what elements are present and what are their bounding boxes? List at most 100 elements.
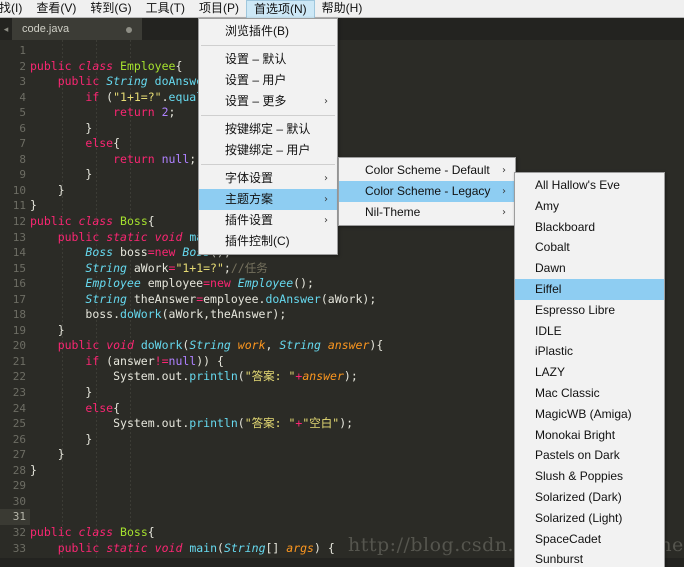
preferences-menu-item[interactable]: 按键绑定 – 用户 [199,140,337,161]
menubar-item-view-label: 查看(V) [36,1,77,15]
line-number: 28 [12,463,26,477]
legacy-theme-menu-item[interactable]: Sunburst [515,549,664,567]
code-line: public class Employee{ [30,58,183,73]
legacy-theme-menu-item[interactable]: Mac Classic [515,383,664,404]
preferences-menu-separator [201,45,335,46]
menubar-item-tools-label: 工具(T) [145,1,185,15]
legacy-theme-menu-item[interactable]: Espresso Libre [515,300,664,321]
legacy-theme-menu-item[interactable]: Monokai Bright [515,425,664,446]
preferences-menu-item[interactable]: 插件设置 › [199,210,337,231]
legacy-theme-menu-item-label: SpaceCadet [535,531,602,546]
chevron-right-icon: › [324,96,328,107]
line-number: 10 [12,183,26,197]
line-number: 4 [19,90,26,104]
preferences-menu-item-label: 插件设置 [225,213,274,227]
menubar-item-goto-label: 转到(G) [90,1,132,15]
line-number: 14 [12,246,26,260]
legacy-theme-menu-item[interactable]: Pastels on Dark [515,445,664,466]
menubar-item-help[interactable]: 帮助(H) [315,0,370,18]
legacy-theme-menu-item[interactable]: Amy [515,196,664,217]
legacy-theme-menu-item[interactable]: Blackboard [515,217,664,238]
preferences-menu-item[interactable]: 按键绑定 – 默认 [199,119,337,140]
line-number: 20 [12,339,26,353]
preferences-menu-item-label: 按键绑定 – 用户 [225,143,311,157]
line-number: 27 [12,448,26,462]
legacy-theme-menu-item[interactable]: MagicWB (Amiga) [515,404,664,425]
unsaved-changes-dot-icon [126,27,132,33]
line-number: 7 [19,137,26,151]
legacy-theme-menu-item-label: Espresso Libre [535,302,616,317]
line-number: 29 [12,479,26,493]
legacy-theme-menu-item[interactable]: IDLE [515,321,664,342]
chevron-right-icon: › [324,215,328,226]
chevron-right-icon: › [324,173,328,184]
line-number: 32 [12,525,26,539]
menubar-item-project[interactable]: 项目(P) [192,0,246,18]
line-number: 12 [12,215,26,229]
legacy-theme-menu-item[interactable]: SpaceCadet [515,529,664,550]
line-number: 17 [12,292,26,306]
tab-scroll-left-glyph: ◂ [3,23,9,34]
legacy-theme-menu-item[interactable]: iPlastic [515,341,664,362]
line-number: 23 [12,386,26,400]
editor-tab-bar: ◂ code.java [0,18,684,40]
menubar-item-preferences[interactable]: 首选项(N) [245,0,315,19]
line-number: 22 [12,370,26,384]
line-number: 24 [12,401,26,415]
color-scheme-menu-item[interactable]: Nil-Theme › [339,202,515,223]
line-number: 15 [12,261,26,275]
legacy-theme-menu-item[interactable]: All Hallow's Eve [515,175,664,196]
line-number: 11 [12,199,26,213]
code-line: else{ [85,136,121,151]
line-number: 21 [12,354,26,368]
line-number-gutter: 1 2 3 4 5 6 7 8 9 10 11 12 13 14 15 16 17 18 19 20 21 22 23 24 2… [0,40,30,558]
preferences-menu[interactable]: 浏览插件(B) 设置 – 默认 设置 – 用户设置 – 更多 › 按键绑定 – 默认按键… [198,18,338,255]
preferences-menu-item[interactable]: 设置 – 用户 [199,70,337,91]
menu-bar: 找(I) 查看(V) 转到(G) 工具(T) 项目(P) 首选项(N) 帮助(H… [0,0,684,19]
preferences-menu-item-label: 主题方案 [225,192,274,206]
legacy-theme-menu-item[interactable]: Eiffel [515,278,664,300]
line-number: 16 [12,277,26,291]
preferences-menu-item[interactable]: 字体设置 › [199,168,337,189]
legacy-theme-menu-item[interactable]: Dawn [515,258,664,279]
preferences-menu-item-label: 设置 – 用户 [225,73,287,87]
menubar-item-tools[interactable]: 工具(T) [139,0,192,18]
legacy-theme-menu-item-label: IDLE [535,323,562,338]
line-number: 6 [19,121,26,135]
legacy-theme-menu-item-label: MagicWB (Amiga) [535,406,632,421]
line-number: 33 [12,541,26,555]
color-scheme-menu-item[interactable]: Color Scheme - Legacy › [339,181,515,202]
legacy-theme-menu-item[interactable]: Cobalt [515,237,664,258]
menubar-item-view[interactable]: 查看(V) [29,0,83,18]
line-number: 9 [19,168,26,182]
menubar-item-project-label: 项目(P) [198,1,239,15]
line-number: 18 [12,308,26,322]
legacy-theme-menu-item[interactable]: Slush & Poppies [515,466,664,487]
legacy-theme-menu-item-label: Solarized (Light) [535,510,623,525]
preferences-menu-item[interactable]: 设置 – 更多 › [199,91,337,112]
preferences-menu-item[interactable]: 浏览插件(B) [199,21,337,42]
legacy-theme-menu-item[interactable]: Solarized (Dark) [515,487,664,508]
color-scheme-menu-item[interactable]: Color Scheme - Default › [339,160,515,181]
preferences-menu-item-label: 设置 – 默认 [225,52,287,66]
preferences-menu-item[interactable]: 主题方案 › [199,189,337,210]
line-number: 30 [12,494,26,508]
line-number: 25 [12,417,26,431]
legacy-theme-menu-item-label: Slush & Poppies [535,469,624,484]
legacy-theme-menu-item-label: Pastels on Dark [535,448,620,463]
theme-scheme-submenu[interactable]: Color Scheme - Default › Color Scheme - Le… [338,157,516,226]
menubar-item-goto[interactable]: 转到(G) [83,0,138,18]
legacy-theme-menu-item-label: Blackboard [535,219,596,234]
line-number: 2 [19,59,26,73]
legacy-color-scheme-submenu[interactable]: All Hallow's Eve Amy Blackboard Cobalt Dawn E… [514,172,665,567]
tab-scroll-left-icon[interactable]: ◂ [0,18,12,40]
legacy-theme-menu-item[interactable]: Solarized (Light) [515,508,664,529]
editor-tab-code-java[interactable]: code.java [12,18,142,40]
preferences-menu-item[interactable]: 插件控制(C) [199,231,337,252]
line-number: 8 [19,152,26,166]
menubar-item-find[interactable]: 找(I) [0,0,29,18]
line-number: 19 [12,323,26,337]
legacy-theme-menu-item[interactable]: LAZY [515,362,664,383]
preferences-menu-item[interactable]: 设置 – 默认 [199,49,337,70]
